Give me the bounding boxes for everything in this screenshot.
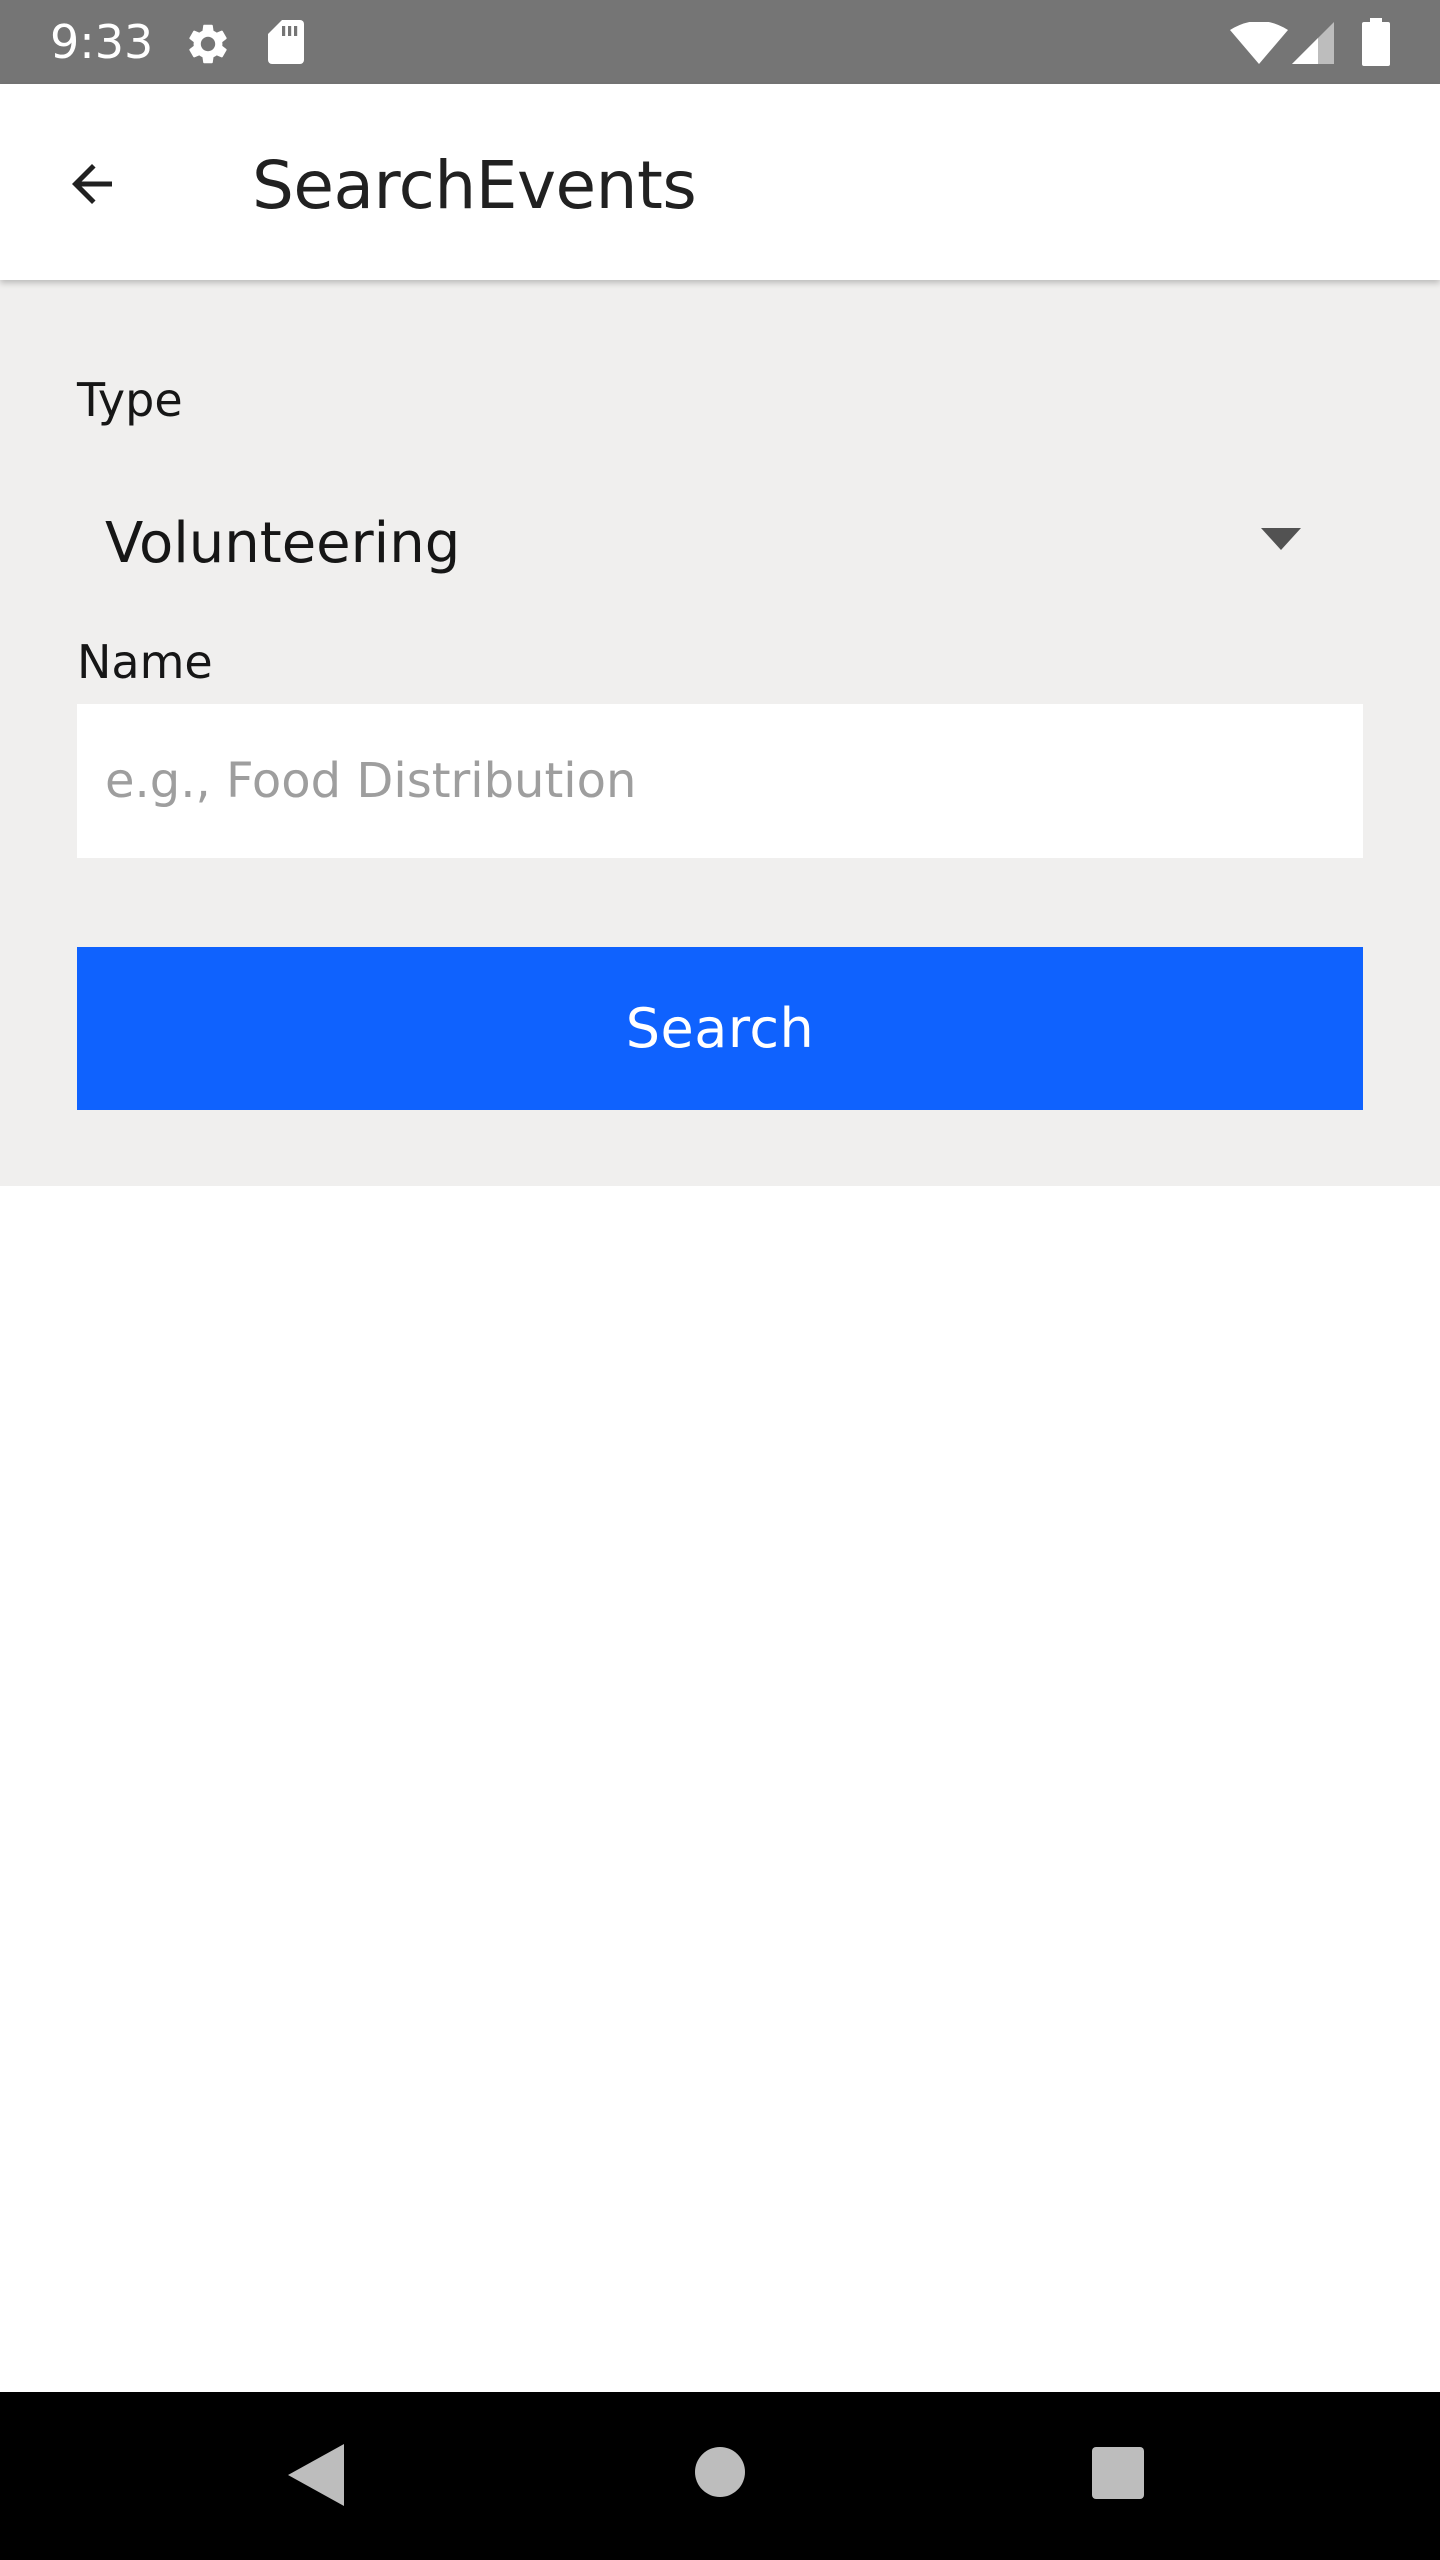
status-time: 9:33 bbox=[50, 15, 154, 69]
sd-card-icon bbox=[268, 20, 304, 64]
system-nav-bar bbox=[0, 2392, 1440, 2560]
app-bar: SearchEvents bbox=[0, 84, 1440, 280]
back-button[interactable] bbox=[40, 132, 144, 236]
nav-back-icon[interactable] bbox=[286, 2442, 346, 2508]
type-dropdown-value: Volunteering bbox=[105, 511, 461, 576]
name-label: Name bbox=[77, 635, 213, 689]
name-input[interactable] bbox=[77, 704, 1363, 858]
type-dropdown[interactable]: Volunteering bbox=[77, 480, 1363, 610]
type-label: Type bbox=[77, 373, 183, 427]
gear-icon bbox=[189, 24, 227, 64]
wifi-icon bbox=[1230, 22, 1288, 64]
chevron-down-icon bbox=[1261, 528, 1301, 550]
search-form: Type Volunteering Name Search bbox=[0, 280, 1440, 1186]
battery-icon bbox=[1362, 18, 1390, 66]
arrow-back-icon bbox=[72, 164, 112, 204]
signal-icon bbox=[1292, 22, 1334, 64]
nav-home-icon[interactable] bbox=[690, 2442, 750, 2502]
search-button[interactable]: Search bbox=[77, 947, 1363, 1110]
nav-recents-icon[interactable] bbox=[1090, 2445, 1146, 2501]
status-bar: 9:33 bbox=[0, 0, 1440, 84]
page-title: SearchEvents bbox=[252, 147, 697, 224]
